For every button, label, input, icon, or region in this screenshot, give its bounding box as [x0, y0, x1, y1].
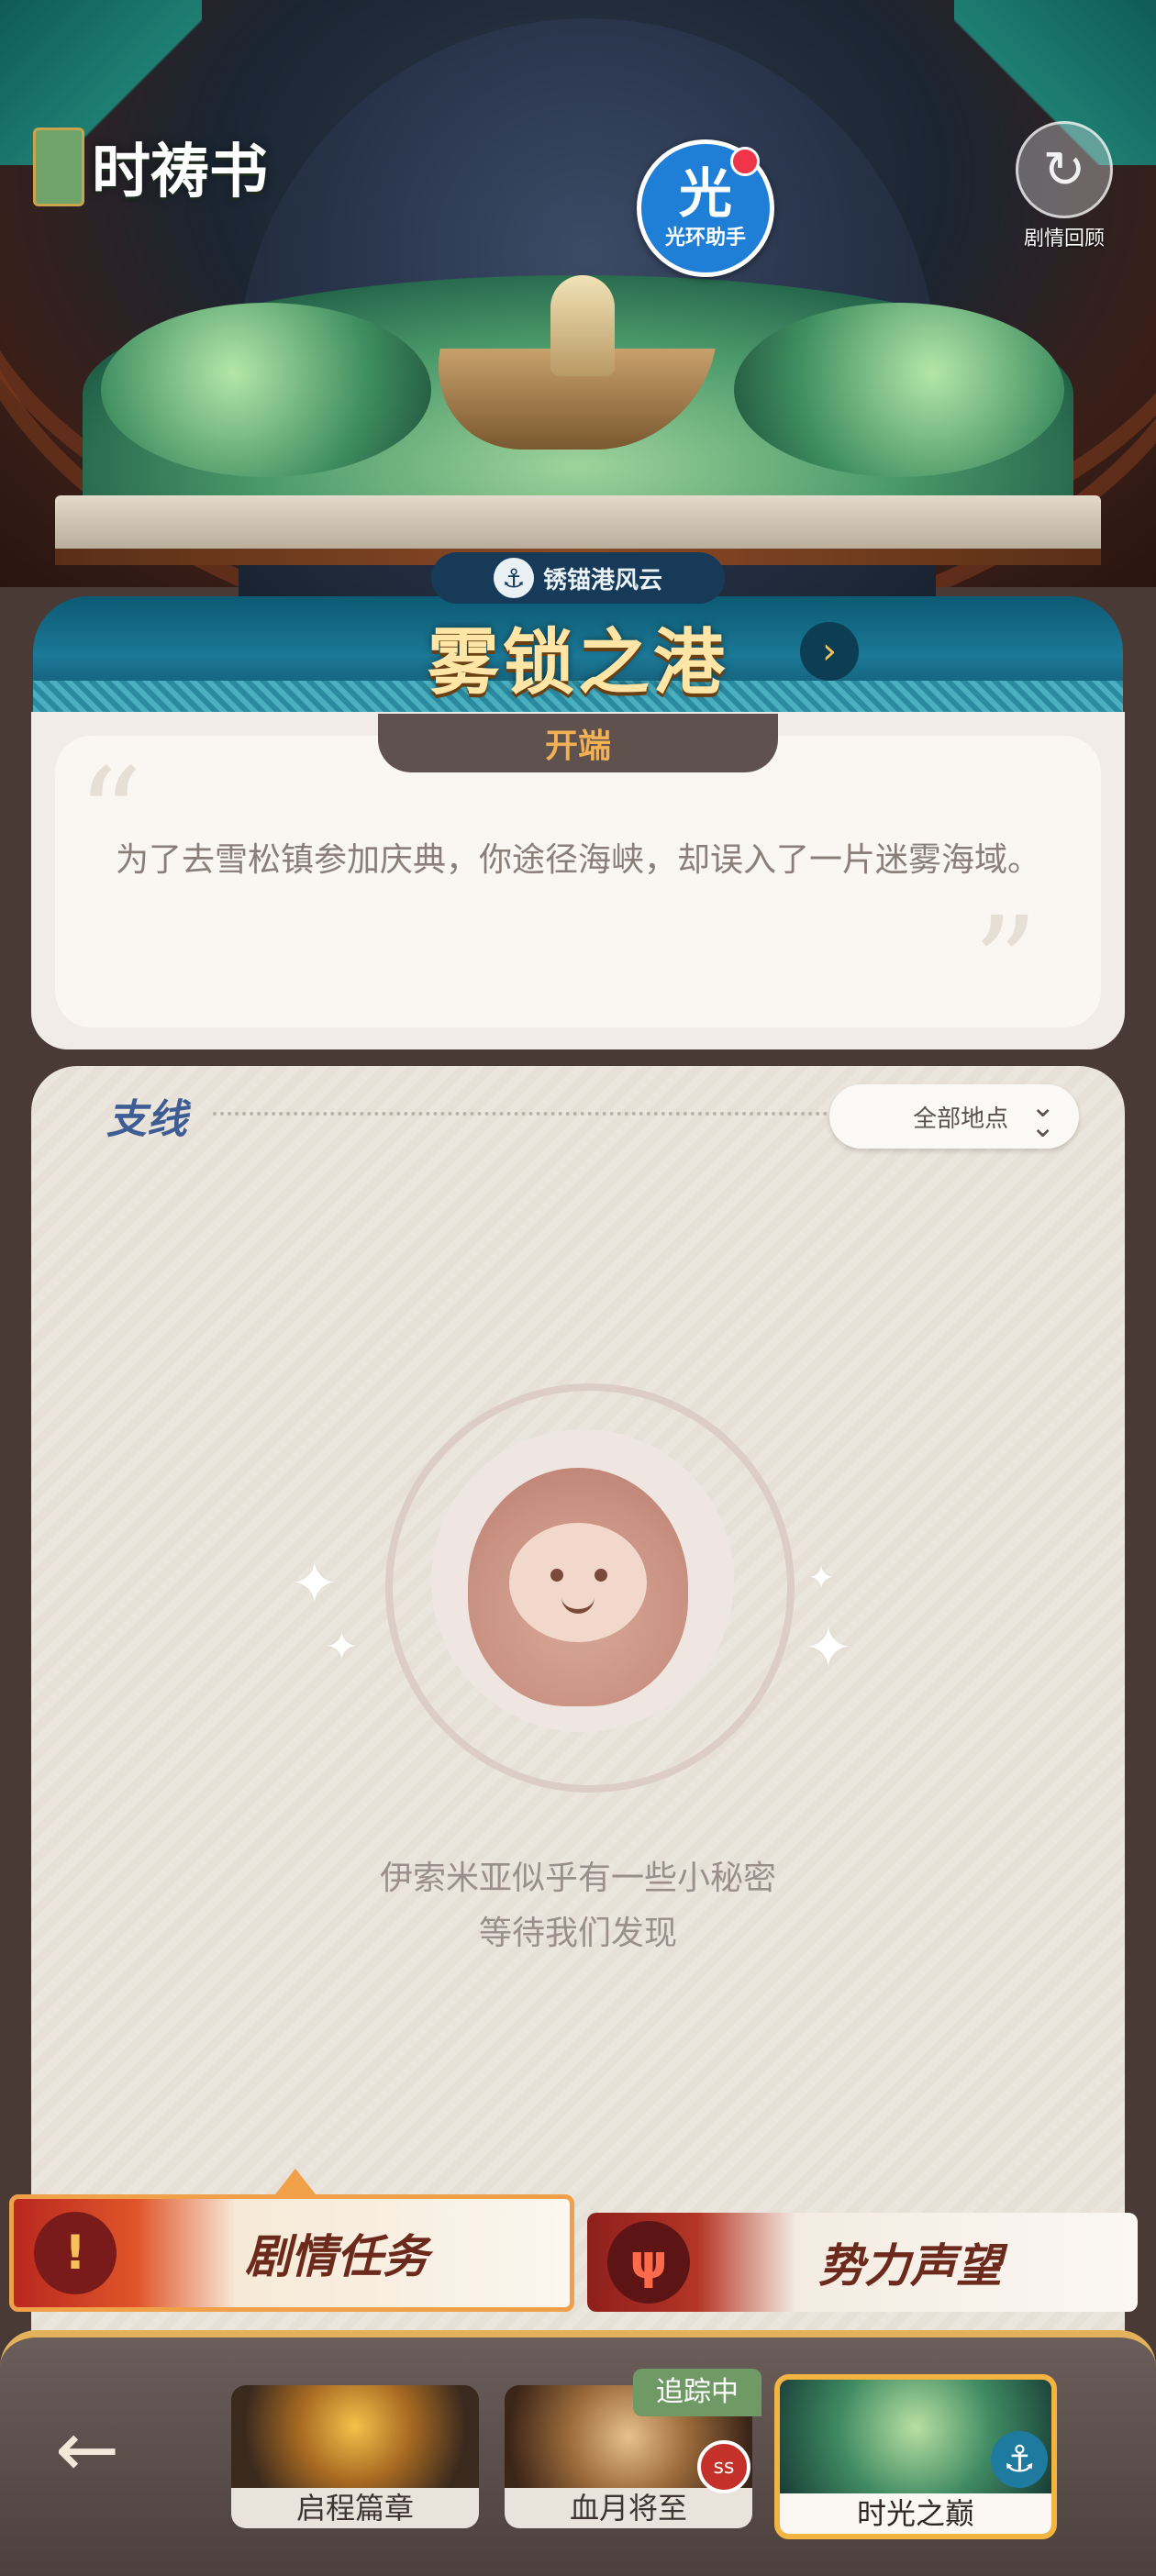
location-filter-dropdown[interactable]: 全部地点 ⌄ ⌄	[829, 1084, 1079, 1149]
app-title-text: 时祷书	[92, 138, 268, 206]
sparkle-icon: ✦	[804, 1615, 853, 1682]
story-replay-label: 剧情回顾	[1023, 228, 1105, 250]
mascot-eye	[595, 1569, 607, 1582]
side-quest-title: 支线	[106, 1096, 187, 1143]
chapter-tag: ⚓ 锈锚港风云	[431, 552, 725, 604]
faction-badge-icon: ss	[697, 2440, 750, 2493]
sparkle-icon: ✦	[325, 1624, 359, 1671]
anchor-icon: ⚓	[493, 558, 534, 598]
chapter-title: 雾锁之港	[427, 621, 728, 705]
assistant-label: 光环助手	[664, 227, 746, 250]
mascot-face	[509, 1523, 647, 1642]
chevron-right-icon: ›	[822, 630, 837, 672]
chapter-card-art	[231, 2385, 479, 2488]
chapter-next-button[interactable]: ›	[800, 622, 859, 681]
exclamation-icon: !	[34, 2212, 117, 2294]
sparkle-icon: ✦	[807, 1560, 836, 1597]
tab-faction-reputation-label: 势力声望	[818, 2238, 1002, 2293]
back-arrow-icon: ←	[55, 2404, 120, 2494]
chapter-card-label: 启程篇章	[231, 2488, 479, 2528]
replay-icon: ↻	[1016, 121, 1113, 218]
empty-state-line: 等待我们发现	[478, 1915, 677, 1952]
notification-dot	[730, 147, 760, 176]
chapter-description: 为了去雪松镇参加庆典，你途径海峡，却误入了一片迷雾海域。	[115, 841, 1040, 879]
hero-wave-left	[101, 303, 431, 477]
chapter-card-label: 血月将至	[505, 2488, 752, 2528]
double-chevron-down-icon: ⌄ ⌄	[1030, 1089, 1055, 1144]
hero-open-book	[55, 495, 1101, 550]
anchor-icon: ⚓	[991, 2431, 1048, 2488]
app-title: 时祷书	[33, 127, 268, 207]
section-divider	[213, 1112, 828, 1116]
tab-faction-reputation[interactable]: ψ 势力声望	[587, 2213, 1138, 2312]
chapter-card-label: 时光之巅	[780, 2493, 1051, 2534]
tab-story-quests-label: 剧情任务	[245, 2229, 428, 2283]
hero-traveler-figure	[550, 275, 615, 376]
trident-icon: ψ	[607, 2221, 690, 2304]
location-filter-label: 全部地点	[913, 1105, 1009, 1133]
chapter-card-departure[interactable]: 启程篇章	[231, 2385, 479, 2528]
active-tab-pointer	[275, 2169, 316, 2194]
quote-close-icon: ”	[973, 890, 1039, 1039]
chapter-tag-label: 锈锚港风云	[542, 566, 662, 594]
sparkle-icon: ✦	[290, 1550, 339, 1618]
book-icon	[33, 128, 84, 206]
chapter-stage-tab: 开端	[378, 714, 778, 772]
assistant-logo-glyph: 光	[678, 162, 732, 225]
tracking-badge: 追踪中	[633, 2369, 761, 2416]
mascot-eye	[550, 1569, 563, 1582]
story-replay-button[interactable]: ↻ 剧情回顾	[1016, 121, 1113, 259]
back-button[interactable]: ←	[55, 2411, 147, 2488]
tab-story-quests[interactable]: ! 剧情任务	[9, 2194, 574, 2312]
empty-state-text: 伊索米亚似乎有一些小秘密 等待我们发现	[275, 1851, 881, 1961]
hero-wave-right	[734, 303, 1064, 477]
empty-state-line: 伊索米亚似乎有一些小秘密	[379, 1860, 776, 1897]
